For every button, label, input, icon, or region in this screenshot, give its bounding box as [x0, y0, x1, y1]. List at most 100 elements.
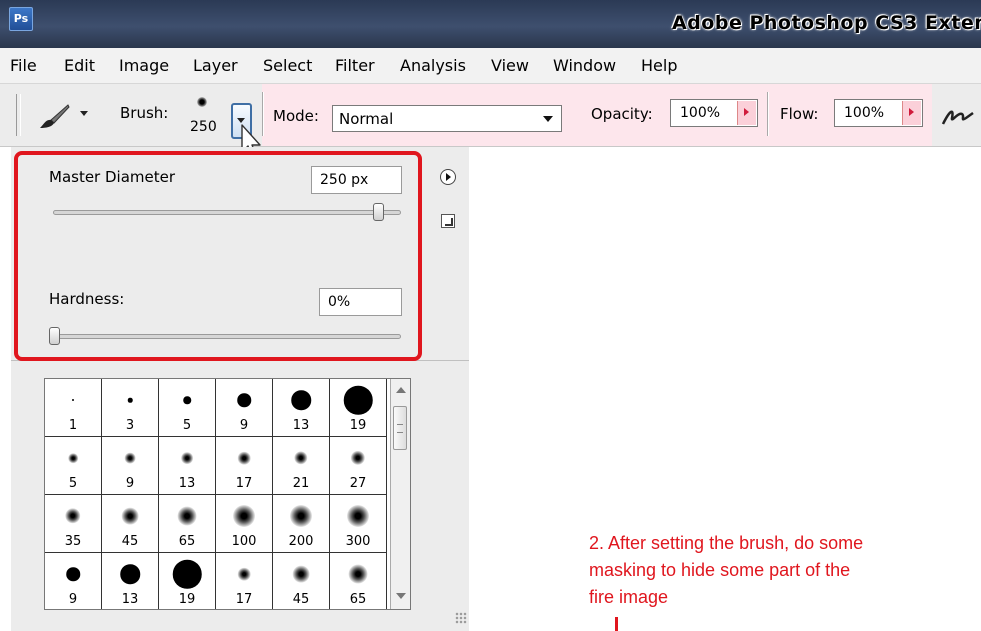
brush-preset-cell[interactable]: 13 — [102, 553, 159, 609]
brush-preset-cell[interactable]: 45 — [102, 495, 159, 553]
master-diameter-field[interactable]: 250 px — [311, 166, 402, 194]
options-bar-grip[interactable] — [16, 94, 21, 136]
preset-scrollbar[interactable] — [390, 379, 410, 609]
brush-preview-icon — [197, 97, 207, 107]
menu-analysis[interactable]: Analysis — [400, 56, 466, 75]
brush-preset-cell[interactable]: 45 — [273, 553, 330, 609]
brush-preset-cell[interactable]: 17 — [216, 553, 273, 609]
hardness-field[interactable]: 0% — [319, 288, 402, 316]
brush-tip-icon — [237, 567, 251, 581]
brush-tip-icon — [124, 452, 136, 464]
mode-select[interactable]: Normal — [332, 105, 562, 132]
brush-size-label: 45 — [121, 534, 139, 549]
panel-resize-grip[interactable] — [455, 612, 467, 624]
brush-preset-grid: 1 3 5 9 13 19 5 9 13 17 21 27 35 45 65 100 200 300 9 13 19 17… — [45, 379, 387, 609]
brush-size-label: 17 — [235, 476, 253, 491]
brush-preset-cell[interactable]: 9 — [102, 437, 159, 495]
brush-size-label: 1 — [68, 418, 78, 433]
brush-tip-icon — [347, 505, 369, 527]
brush-size-readout: 250 — [190, 119, 217, 135]
master-diameter-label: Master Diameter — [49, 168, 176, 186]
brush-tip-icon — [172, 559, 202, 589]
annotation-pointer — [615, 617, 618, 631]
menu-image[interactable]: Image — [119, 56, 169, 75]
menu-layer[interactable]: Layer — [193, 56, 238, 75]
brush-label: Brush: — [120, 104, 169, 122]
brush-tip-icon — [181, 452, 193, 464]
brush-size-label: 200 — [288, 534, 314, 549]
master-diameter-slider[interactable] — [53, 210, 401, 215]
brush-tip-icon — [68, 453, 78, 463]
window-title: Adobe Photoshop CS3 Extende — [672, 12, 981, 34]
opacity-label: Opacity: — [591, 105, 653, 123]
brush-preset-cell[interactable]: 13 — [273, 379, 330, 437]
mode-label: Mode: — [273, 107, 319, 125]
brush-preset-cell[interactable]: 27 — [330, 437, 387, 495]
title-bar: Ps Adobe Photoshop CS3 Extende — [0, 0, 981, 48]
brush-tip-icon — [121, 507, 139, 525]
brush-preset-cell[interactable]: 65 — [159, 495, 216, 553]
menu-select[interactable]: Select — [263, 56, 312, 75]
brush-size-label: 13 — [178, 476, 196, 491]
opacity-field[interactable]: 100% — [670, 99, 758, 127]
brush-size-label: 9 — [239, 418, 249, 433]
options-divider — [767, 92, 769, 136]
menu-view[interactable]: View — [491, 56, 529, 75]
new-preset-icon[interactable] — [441, 214, 455, 228]
brush-preset-cell[interactable]: 1 — [45, 379, 102, 437]
picker-menu-icon[interactable] — [440, 169, 456, 185]
brush-preset-cell[interactable]: 9 — [45, 553, 102, 609]
menu-filter[interactable]: Filter — [335, 56, 375, 75]
brush-tip-icon — [350, 450, 366, 466]
brush-preset-cell[interactable]: 19 — [159, 553, 216, 609]
brush-preset-cell[interactable]: 17 — [216, 437, 273, 495]
opacity-slider-arrow-icon[interactable] — [737, 101, 756, 125]
brush-preset-cell[interactable]: 3 — [102, 379, 159, 437]
brush-tip-icon — [65, 508, 81, 524]
brush-tip-icon — [233, 505, 255, 527]
mode-value: Normal — [339, 110, 394, 128]
brush-preset-cell[interactable]: 5 — [45, 437, 102, 495]
brush-size-label: 19 — [178, 592, 196, 607]
brush-tip-icon — [348, 564, 368, 584]
brush-preset-cell[interactable]: 200 — [273, 495, 330, 553]
flow-value: 100% — [844, 105, 885, 121]
menu-help[interactable]: Help — [641, 56, 677, 75]
brush-preset-cell[interactable]: 300 — [330, 495, 387, 553]
flow-slider-arrow-icon[interactable] — [902, 101, 921, 125]
brush-size-label: 9 — [125, 476, 135, 491]
brush-preset-cell[interactable]: 5 — [159, 379, 216, 437]
airbrush-icon[interactable] — [940, 102, 976, 128]
master-diameter-slider-thumb[interactable] — [373, 203, 385, 221]
photoshop-logo-icon: Ps — [9, 7, 33, 31]
menu-bar: File Edit Image Layer Select Filter Anal… — [0, 48, 981, 84]
scroll-up-icon[interactable] — [396, 387, 406, 393]
brush-tip-icon — [66, 567, 80, 581]
brush-tip-icon — [127, 397, 133, 403]
menu-window[interactable]: Window — [553, 56, 616, 75]
brush-tip-icon — [291, 390, 311, 410]
brush-size-label: 65 — [178, 534, 196, 549]
brush-tool-icon[interactable] — [38, 104, 70, 130]
scroll-down-icon[interactable] — [396, 593, 406, 599]
scrollbar-thumb[interactable] — [393, 406, 407, 450]
brush-preset-cell[interactable]: 13 — [159, 437, 216, 495]
brush-preset-cell[interactable]: 9 — [216, 379, 273, 437]
flow-field[interactable]: 100% — [834, 99, 923, 127]
brush-size-label: 3 — [125, 418, 135, 433]
brush-tip-icon — [72, 399, 74, 401]
menu-file[interactable]: File — [10, 56, 37, 75]
brush-tip-icon — [294, 451, 308, 465]
menu-edit[interactable]: Edit — [64, 56, 95, 75]
hardness-slider-thumb[interactable] — [49, 327, 60, 345]
hardness-slider[interactable] — [49, 334, 401, 339]
brush-tip-icon — [292, 565, 310, 583]
brush-preset-cell[interactable]: 100 — [216, 495, 273, 553]
brush-preset-cell[interactable]: 65 — [330, 553, 387, 609]
brush-preset-cell[interactable]: 35 — [45, 495, 102, 553]
tool-options-bar: Brush: 250 Mode: Normal Opacity: 100% Fl… — [0, 84, 981, 147]
tool-preset-dropdown-icon[interactable] — [80, 111, 88, 116]
brush-size-label: 35 — [64, 534, 82, 549]
brush-preset-cell[interactable]: 19 — [330, 379, 387, 437]
brush-preset-cell[interactable]: 21 — [273, 437, 330, 495]
